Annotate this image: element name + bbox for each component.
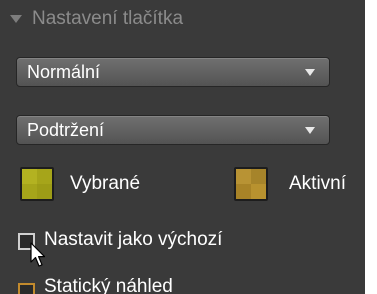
active-color-swatch[interactable] bbox=[234, 167, 268, 201]
button-mode-value: Normální bbox=[27, 61, 101, 82]
section-header[interactable]: Nastavení tlačítka bbox=[10, 6, 183, 32]
selected-color-label: Vybrané bbox=[70, 173, 141, 194]
dropdown-arrow-icon bbox=[305, 69, 315, 76]
set-default-label[interactable]: Nastavit jako výchozí bbox=[44, 229, 222, 251]
highlight-style-dropdown[interactable]: Podtržení bbox=[16, 115, 330, 145]
window-edge bbox=[365, 0, 377, 294]
mouse-pointer-icon bbox=[30, 242, 46, 267]
static-preview-label[interactable]: Statický náhled bbox=[44, 276, 173, 294]
active-color-label: Aktivní bbox=[289, 173, 347, 194]
button-mode-dropdown[interactable]: Normální bbox=[16, 57, 330, 87]
dropdown-arrow-icon bbox=[305, 127, 315, 134]
button-settings-panel: Nastavení tlačítka Normální Podtržení Vy… bbox=[0, 0, 365, 294]
section-title: Nastavení tlačítka bbox=[32, 8, 184, 29]
selected-color-swatch[interactable] bbox=[20, 167, 54, 201]
highlight-style-value: Podtržení bbox=[27, 119, 105, 140]
static-preview-checkbox[interactable] bbox=[18, 283, 35, 294]
collapse-triangle-icon[interactable] bbox=[10, 15, 22, 23]
